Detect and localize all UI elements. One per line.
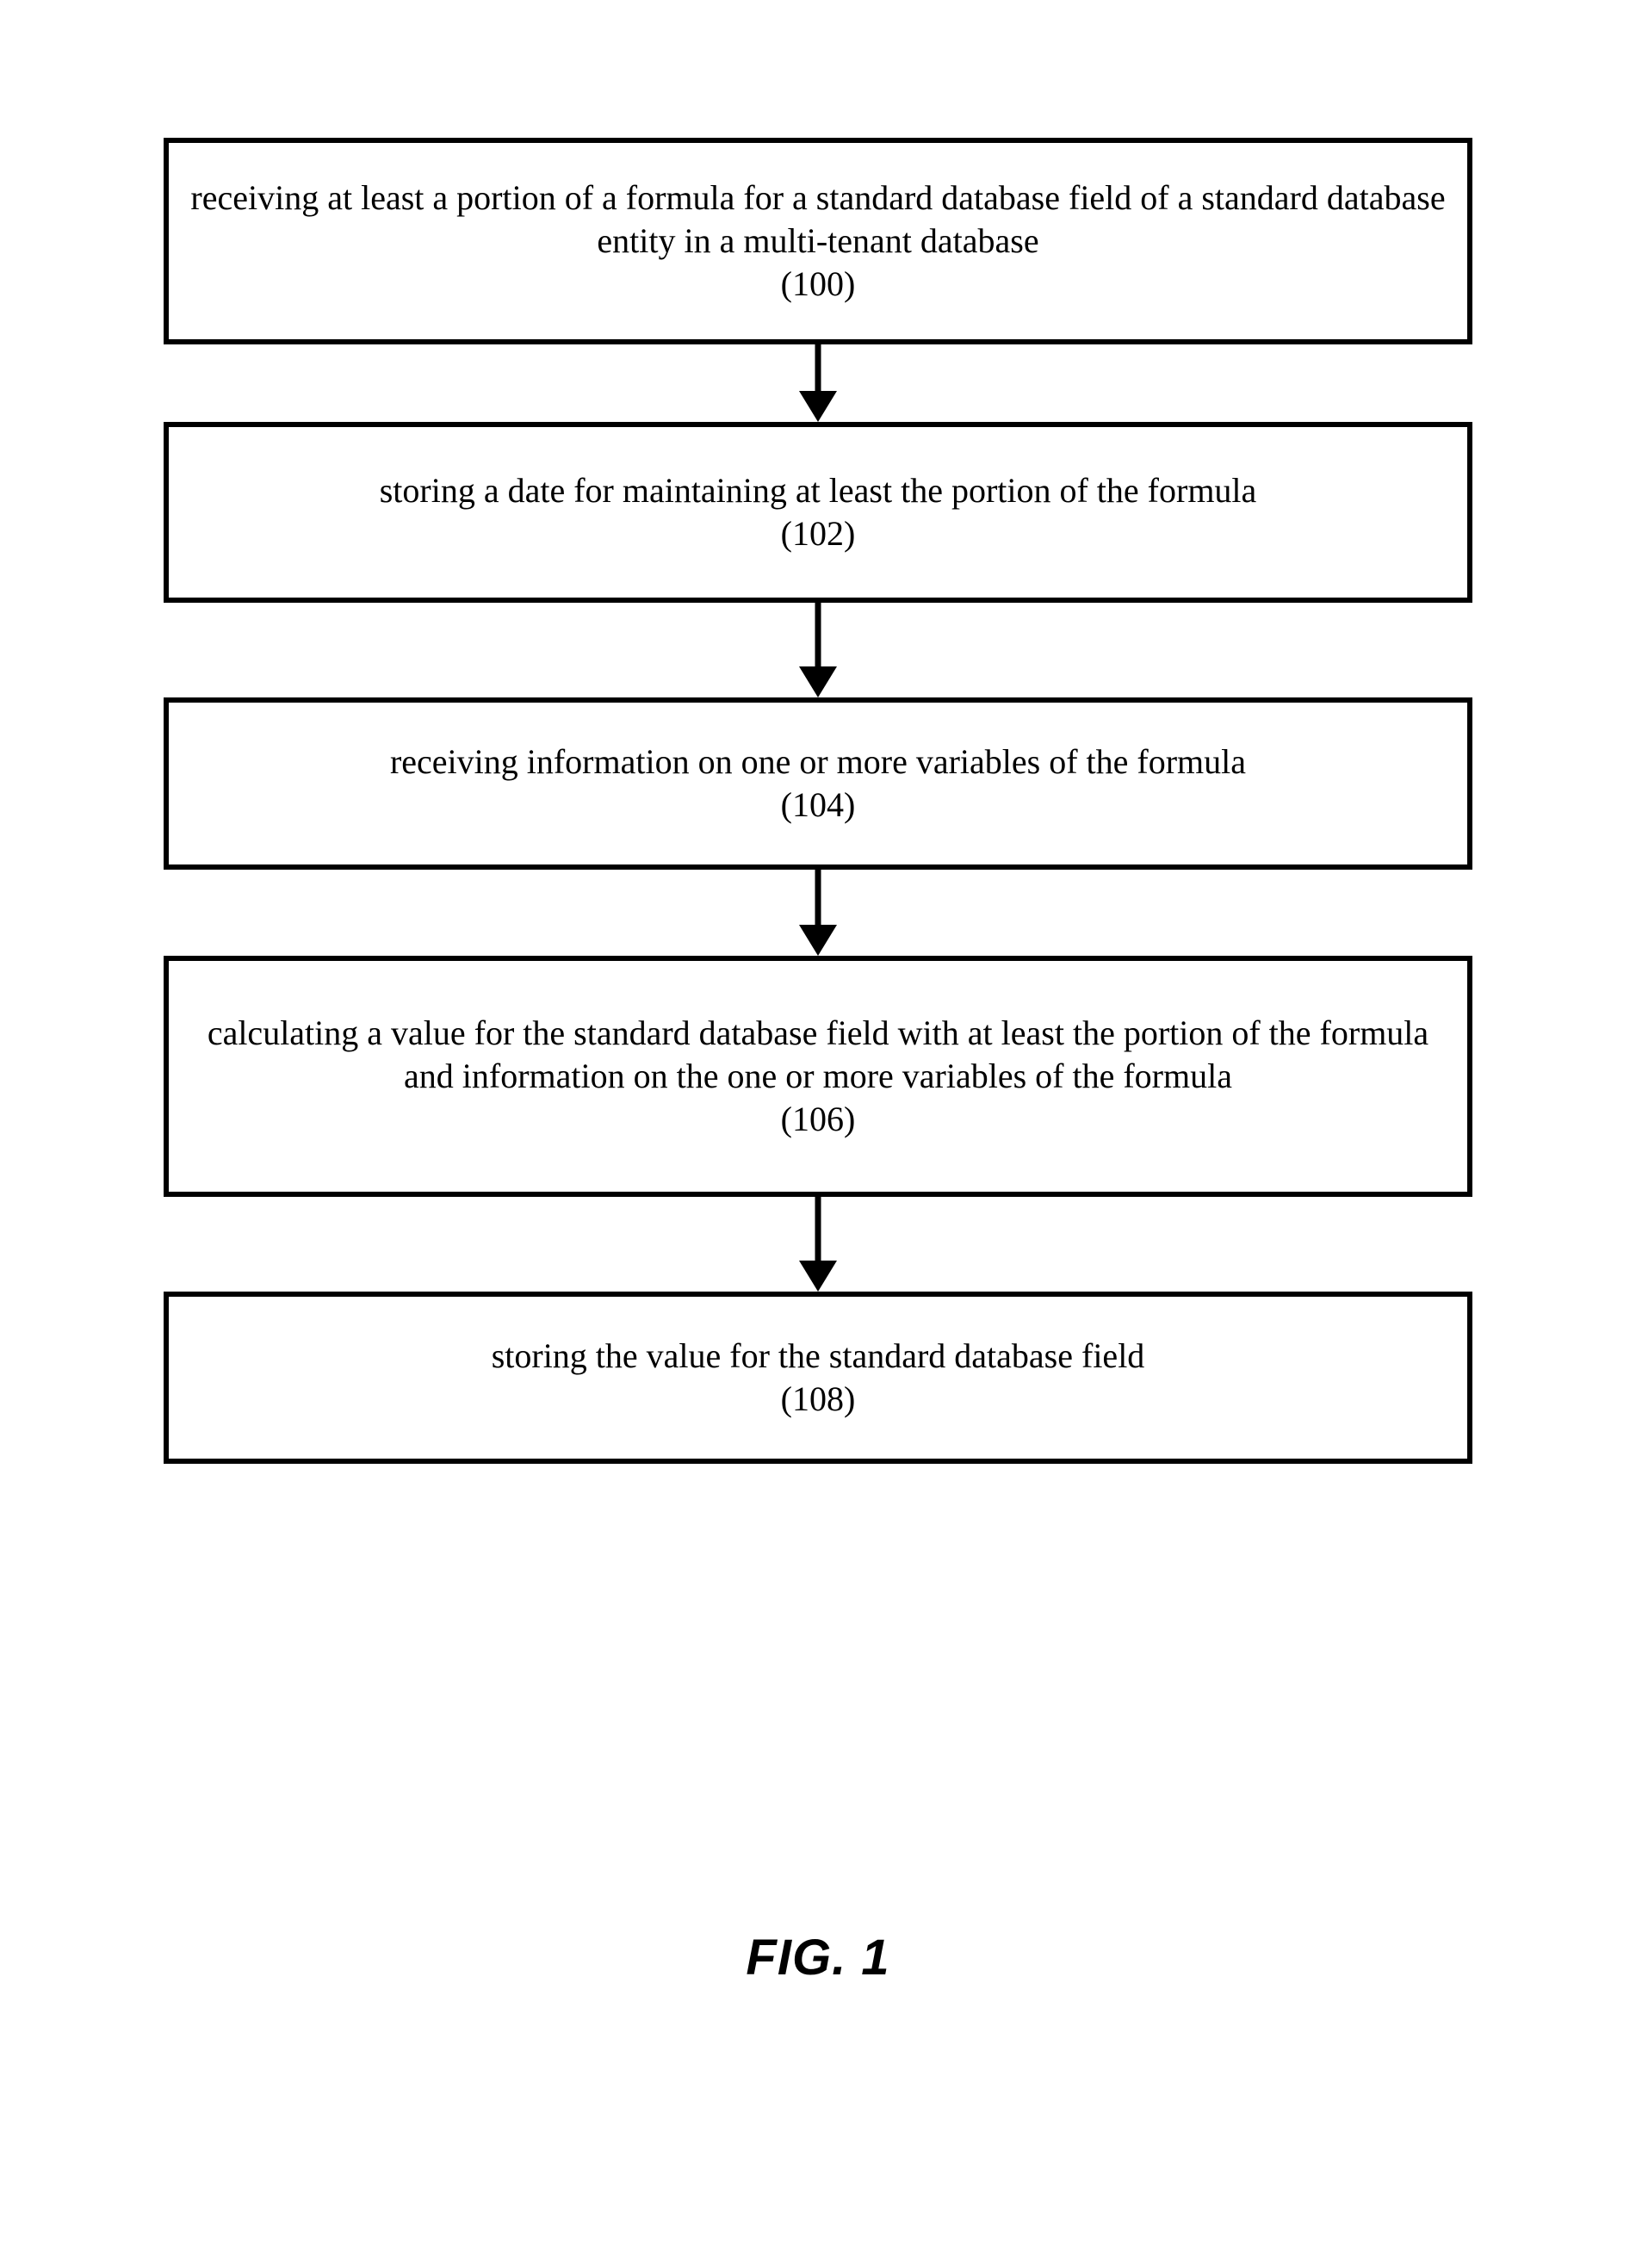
figure-label: FIG. 1 <box>0 1929 1636 1986</box>
arrow-down-icon <box>792 344 844 422</box>
flowchart: receiving at least a portion of a formul… <box>164 138 1472 1464</box>
step-text: calculating a value for the standard dat… <box>186 1012 1450 1098</box>
arrow-106-108 <box>164 1197 1472 1292</box>
step-text: receiving at least a portion of a formul… <box>186 177 1450 263</box>
arrow-104-106 <box>164 870 1472 956</box>
step-104: receiving information on one or more var… <box>164 697 1472 870</box>
step-text: storing a date for maintaining at least … <box>380 469 1257 512</box>
step-ref: (102) <box>781 512 856 555</box>
step-106: calculating a value for the standard dat… <box>164 956 1472 1197</box>
step-ref: (104) <box>781 784 856 827</box>
arrow-down-icon <box>792 870 844 956</box>
arrow-down-icon <box>792 1197 844 1292</box>
step-ref: (108) <box>781 1378 856 1421</box>
arrow-102-104 <box>164 603 1472 697</box>
step-102: storing a date for maintaining at least … <box>164 422 1472 603</box>
arrow-100-102 <box>164 344 1472 422</box>
step-ref: (100) <box>781 263 856 306</box>
arrow-down-icon <box>792 603 844 697</box>
step-text: storing the value for the standard datab… <box>492 1335 1145 1378</box>
step-text: receiving information on one or more var… <box>390 741 1246 784</box>
step-ref: (106) <box>781 1098 856 1141</box>
step-100: receiving at least a portion of a formul… <box>164 138 1472 344</box>
step-108: storing the value for the standard datab… <box>164 1292 1472 1464</box>
